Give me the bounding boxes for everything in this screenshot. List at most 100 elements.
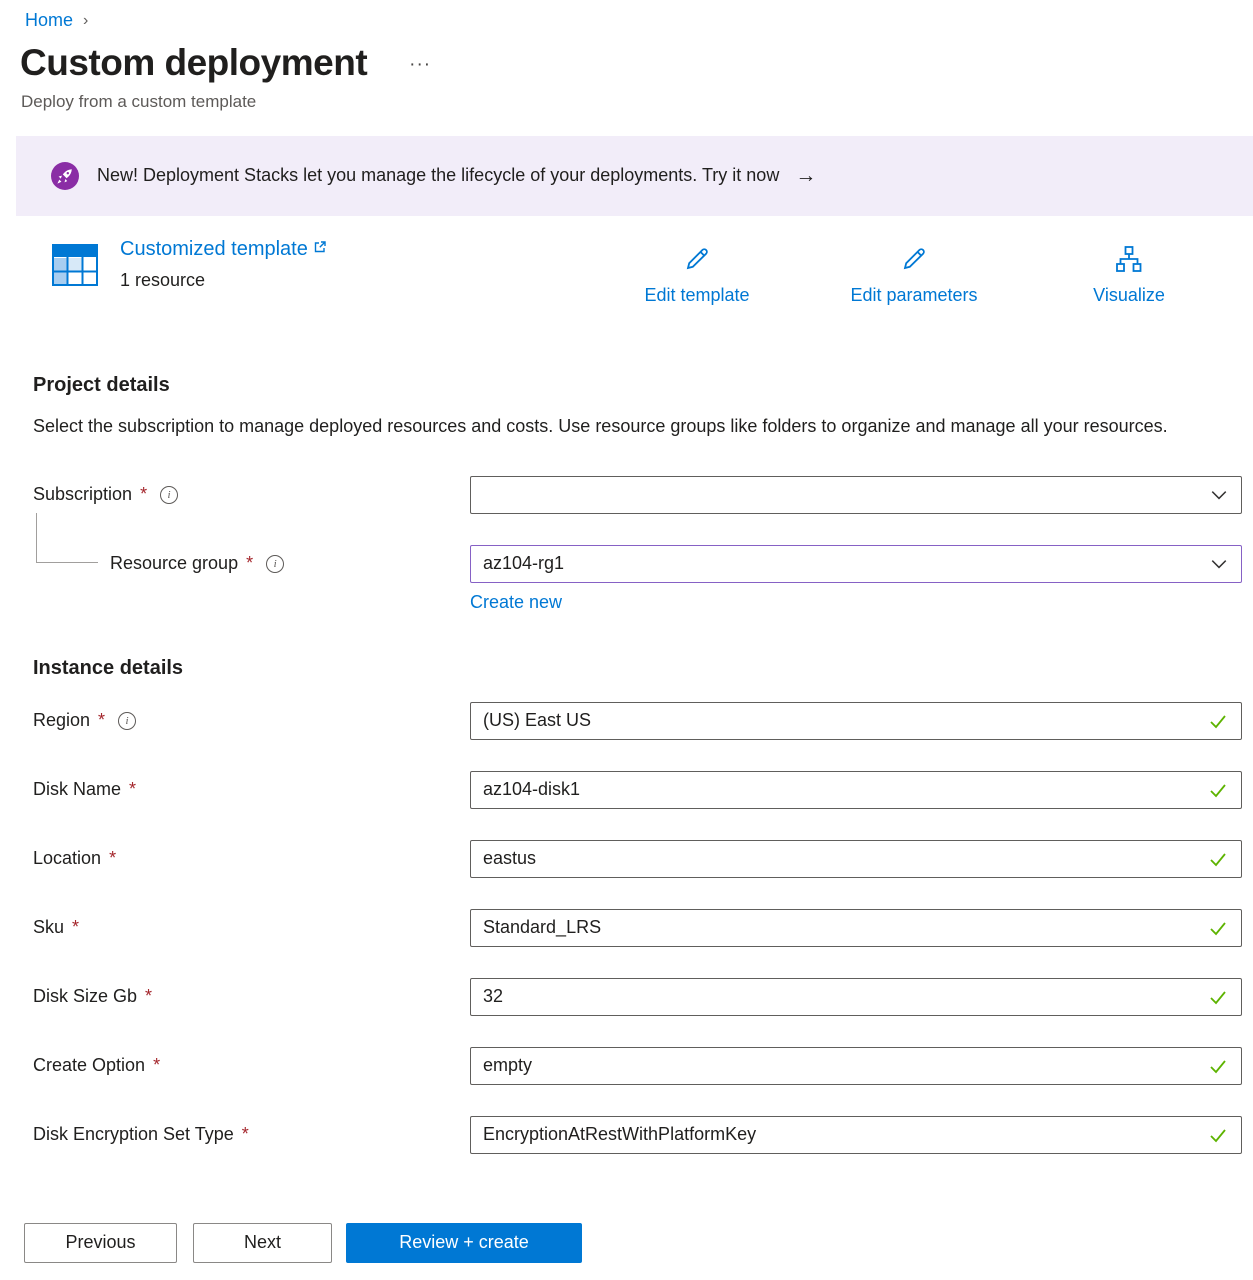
resource-group-label-text: Resource group (110, 553, 238, 574)
edit-template-button[interactable]: Edit template (622, 244, 772, 306)
location-label: Location * (0, 848, 470, 869)
create-new-row: Create new (470, 592, 1253, 613)
pencil-icon (622, 244, 772, 279)
resource-group-row: Resource group * i az104-rg1 (0, 545, 1253, 583)
resource-group-value: az104-rg1 (483, 553, 564, 574)
info-icon[interactable]: i (160, 486, 178, 504)
create-option-label-text: Create Option (33, 1055, 145, 1076)
subscription-row: Subscription * i (0, 476, 1253, 514)
required-asterisk: * (153, 1055, 160, 1076)
create-new-link[interactable]: Create new (470, 592, 562, 612)
disk-encryption-input[interactable]: EncryptionAtRestWithPlatformKey (470, 1116, 1242, 1154)
create-option-value: empty (483, 1055, 532, 1076)
disk-name-row: Disk Name * az104-disk1 (0, 771, 1253, 809)
resource-group-dropdown[interactable]: az104-rg1 (470, 545, 1242, 583)
page-subtitle: Deploy from a custom template (21, 92, 1253, 112)
disk-encryption-value: EncryptionAtRestWithPlatformKey (483, 1124, 756, 1145)
breadcrumb-home-link[interactable]: Home (25, 10, 73, 31)
instance-details-heading: Instance details (33, 657, 1253, 680)
region-label: Region * i (0, 710, 470, 731)
create-option-row: Create Option * empty (0, 1047, 1253, 1085)
review-create-button[interactable]: Review + create (346, 1223, 582, 1263)
subscription-label: Subscription * i (0, 484, 470, 505)
region-input[interactable]: (US) East US (470, 702, 1242, 740)
edit-template-label: Edit template (622, 285, 772, 306)
valid-check-icon (1208, 1125, 1228, 1145)
disk-encryption-label: Disk Encryption Set Type * (0, 1124, 470, 1145)
customized-template-link[interactable]: Customized template (120, 238, 327, 261)
location-input[interactable]: eastus (470, 840, 1242, 878)
required-asterisk: * (72, 917, 79, 938)
info-icon[interactable]: i (266, 555, 284, 573)
external-link-icon (313, 240, 327, 254)
region-value: (US) East US (483, 710, 591, 731)
template-info: Customized template 1 resource (120, 238, 327, 291)
next-button[interactable]: Next (193, 1223, 332, 1263)
deployment-stacks-banner[interactable]: New! Deployment Stacks let you manage th… (16, 136, 1253, 216)
more-options-icon[interactable]: ··· (409, 54, 431, 84)
location-label-text: Location (33, 848, 101, 869)
valid-check-icon (1208, 711, 1228, 731)
region-label-text: Region (33, 710, 90, 731)
required-asterisk: * (109, 848, 116, 869)
valid-check-icon (1208, 1056, 1228, 1076)
location-row: Location * eastus (0, 840, 1253, 878)
chevron-down-icon (1210, 486, 1228, 504)
visualize-label: Visualize (1084, 285, 1174, 306)
location-value: eastus (483, 848, 536, 869)
disk-name-value: az104-disk1 (483, 779, 580, 800)
sku-value: Standard_LRS (483, 917, 601, 938)
disk-size-value: 32 (483, 986, 503, 1007)
chevron-down-icon (1210, 555, 1228, 573)
pencil-icon (825, 244, 1003, 279)
required-asterisk: * (246, 553, 253, 574)
disk-name-label-text: Disk Name (33, 779, 121, 800)
breadcrumb-separator-icon: › (83, 12, 88, 30)
sku-label: Sku * (0, 917, 470, 938)
visualize-button[interactable]: Visualize (1084, 244, 1174, 306)
required-asterisk: * (242, 1124, 249, 1145)
sku-input[interactable]: Standard_LRS (470, 909, 1242, 947)
project-details-description: Select the subscription to manage deploy… (33, 411, 1183, 442)
edit-parameters-button[interactable]: Edit parameters (825, 244, 1003, 306)
disk-name-input[interactable]: az104-disk1 (470, 771, 1242, 809)
disk-size-label: Disk Size Gb * (0, 986, 470, 1007)
page-title: Custom deployment (20, 43, 367, 84)
subscription-dropdown[interactable] (470, 476, 1242, 514)
disk-name-label: Disk Name * (0, 779, 470, 800)
disk-size-label-text: Disk Size Gb (33, 986, 137, 1007)
valid-check-icon (1208, 780, 1228, 800)
create-option-label: Create Option * (0, 1055, 470, 1076)
region-row: Region * i (US) East US (0, 702, 1253, 740)
template-card: Customized template 1 resource Edit temp… (0, 238, 1253, 338)
valid-check-icon (1208, 849, 1228, 869)
sku-label-text: Sku (33, 917, 64, 938)
create-option-input[interactable]: empty (470, 1047, 1242, 1085)
disk-size-input[interactable]: 32 (470, 978, 1242, 1016)
valid-check-icon (1208, 918, 1228, 938)
required-asterisk: * (145, 986, 152, 1007)
banner-arrow-icon[interactable]: → (795, 164, 816, 188)
required-asterisk: * (129, 779, 136, 800)
wizard-footer: Previous Next Review + create (0, 1205, 1253, 1280)
sitemap-icon (1084, 244, 1174, 279)
project-details-heading: Project details (33, 374, 1253, 397)
subscription-label-text: Subscription (33, 484, 132, 505)
rocket-icon (50, 161, 80, 191)
previous-button[interactable]: Previous (24, 1223, 177, 1263)
template-resource-count: 1 resource (120, 270, 327, 291)
hierarchy-connector-line (36, 513, 98, 563)
banner-message: New! Deployment Stacks let you manage th… (97, 165, 779, 186)
breadcrumb: Home › (0, 0, 1253, 31)
valid-check-icon (1208, 987, 1228, 1007)
required-asterisk: * (98, 710, 105, 731)
info-icon[interactable]: i (118, 712, 136, 730)
disk-encryption-row: Disk Encryption Set Type * EncryptionAtR… (0, 1116, 1253, 1154)
customized-template-label: Customized template (120, 238, 308, 261)
template-grid-icon (52, 244, 98, 291)
edit-parameters-label: Edit parameters (825, 285, 1003, 306)
required-asterisk: * (140, 484, 147, 505)
disk-encryption-label-text: Disk Encryption Set Type (33, 1124, 234, 1145)
sku-row: Sku * Standard_LRS (0, 909, 1253, 947)
page-header: Custom deployment ··· (20, 43, 1253, 84)
